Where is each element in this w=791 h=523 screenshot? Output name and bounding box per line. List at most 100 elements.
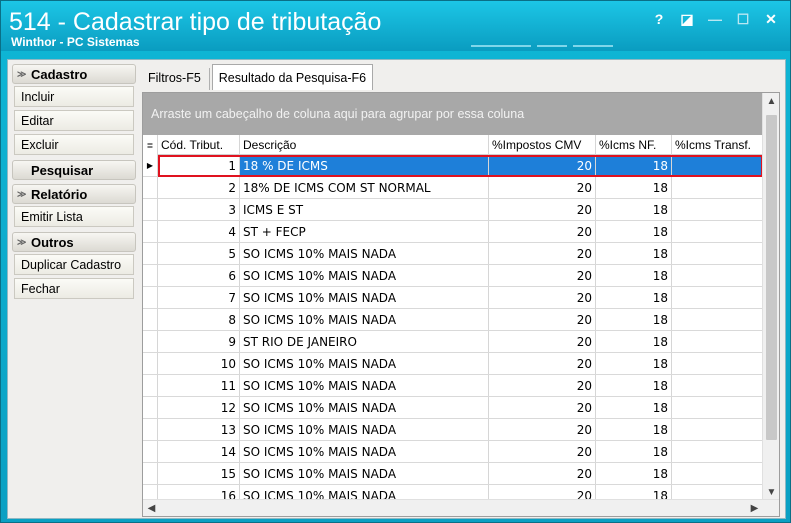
column-header[interactable]: %Icms NF. bbox=[596, 135, 672, 155]
table-cell: ICMS E ST bbox=[240, 199, 489, 220]
sidebar-button-excluir[interactable]: Excluir bbox=[14, 134, 134, 155]
chevron-up-icon: ≫ bbox=[17, 236, 27, 247]
window-title: 514 - Cadastrar tipo de tributação bbox=[9, 8, 382, 36]
table-row[interactable]: ▶ 1 18 % DE ICMS 20 18 bbox=[143, 155, 763, 177]
sidebar-group-label: Cadastro bbox=[31, 66, 88, 82]
table-cell: 18% DE ICMS COM ST NORMAL bbox=[240, 177, 489, 198]
table-row[interactable]: 11 SO ICMS 10% MAIS NADA 20 18 bbox=[143, 375, 763, 397]
column-header[interactable]: Cód. Tribut. bbox=[158, 135, 240, 155]
horizontal-scrollbar[interactable]: ◀ ▶ bbox=[143, 499, 779, 516]
table-cell: 4 bbox=[158, 221, 240, 242]
group-by-panel[interactable]: Arraste um cabeçalho de coluna aqui para… bbox=[143, 93, 763, 135]
table-cell: 20 bbox=[489, 199, 596, 220]
tab-resultado-da-pesquisa-f6[interactable]: Resultado da Pesquisa-F6 bbox=[211, 64, 374, 90]
table-cell bbox=[672, 243, 763, 264]
sidebar-button-editar[interactable]: Editar bbox=[14, 110, 134, 131]
maximize-icon[interactable]: ☐ bbox=[730, 9, 756, 29]
table-row[interactable]: 9 ST RIO DE JANEIRO 20 18 bbox=[143, 331, 763, 353]
sidebar-group-outros[interactable]: ≫ Outros bbox=[12, 232, 136, 252]
vertical-scrollbar[interactable]: ▲ ▼ bbox=[762, 93, 779, 501]
row-indicator bbox=[143, 397, 158, 418]
table-cell: 18 bbox=[596, 331, 672, 352]
table-cell: 18 bbox=[596, 199, 672, 220]
close-icon[interactable]: ✕ bbox=[758, 9, 784, 29]
table-cell bbox=[672, 463, 763, 484]
table-cell: SO ICMS 10% MAIS NADA bbox=[240, 287, 489, 308]
table-cell: 18 bbox=[596, 463, 672, 484]
table-cell bbox=[672, 353, 763, 374]
table-row[interactable]: 7 SO ICMS 10% MAIS NADA 20 18 bbox=[143, 287, 763, 309]
table-cell bbox=[672, 397, 763, 418]
grid-rows: ▶ 1 18 % DE ICMS 20 18 2 18% DE ICMS COM ST NO… bbox=[143, 155, 763, 507]
table-cell: 18 bbox=[596, 155, 672, 176]
sidebar-button-duplicar-cadastro[interactable]: Duplicar Cadastro bbox=[14, 254, 134, 275]
row-indicator bbox=[143, 419, 158, 440]
table-cell: 18 bbox=[596, 375, 672, 396]
column-header[interactable]: Descrição bbox=[240, 135, 489, 155]
table-cell: SO ICMS 10% MAIS NADA bbox=[240, 353, 489, 374]
table-cell: 20 bbox=[489, 309, 596, 330]
table-cell bbox=[672, 199, 763, 220]
table-row[interactable]: 10 SO ICMS 10% MAIS NADA 20 18 bbox=[143, 353, 763, 375]
table-cell: 14 bbox=[158, 441, 240, 462]
column-header[interactable]: %Icms Transf. bbox=[672, 135, 763, 155]
window-controls: ? ◪ — ☐ ✕ bbox=[646, 9, 784, 29]
scroll-left-icon[interactable]: ◀ bbox=[143, 500, 160, 516]
tab-filtros-f5[interactable]: Filtros-F5 bbox=[142, 66, 207, 90]
scroll-right-icon[interactable]: ▶ bbox=[746, 500, 763, 516]
minimize-icon[interactable]: — bbox=[702, 9, 728, 29]
table-cell: 18 bbox=[596, 221, 672, 242]
table-row[interactable]: 14 SO ICMS 10% MAIS NADA 20 18 bbox=[143, 441, 763, 463]
table-row[interactable]: 2 18% DE ICMS COM ST NORMAL 20 18 bbox=[143, 177, 763, 199]
table-cell: 6 bbox=[158, 265, 240, 286]
sidebar: ≫ Cadastro Incluir Editar Excluir Pesquisar ≫ R… bbox=[12, 64, 136, 304]
sidebar-group-label: Outros bbox=[31, 234, 74, 250]
column-header[interactable]: %Impostos CMV bbox=[489, 135, 596, 155]
table-row[interactable]: 3 ICMS E ST 20 18 bbox=[143, 199, 763, 221]
table-row[interactable]: 12 SO ICMS 10% MAIS NADA 20 18 bbox=[143, 397, 763, 419]
scroll-up-icon[interactable]: ▲ bbox=[763, 93, 779, 110]
table-cell: 15 bbox=[158, 463, 240, 484]
table-cell: 13 bbox=[158, 419, 240, 440]
sidebar-group-cadastro[interactable]: ≫ Cadastro bbox=[12, 64, 136, 84]
table-row[interactable]: 5 SO ICMS 10% MAIS NADA 20 18 bbox=[143, 243, 763, 265]
row-indicator bbox=[143, 177, 158, 198]
table-cell: 20 bbox=[489, 177, 596, 198]
table-cell: 20 bbox=[489, 221, 596, 242]
table-cell: 5 bbox=[158, 243, 240, 264]
row-indicator bbox=[143, 287, 158, 308]
scroll-thumb[interactable] bbox=[766, 115, 777, 440]
title-bar: 514 - Cadastrar tipo de tributação Winth… bbox=[1, 1, 790, 51]
table-cell bbox=[672, 375, 763, 396]
sidebar-button-emitir-lista[interactable]: Emitir Lista bbox=[14, 206, 134, 227]
chevron-up-icon: ≫ bbox=[17, 188, 27, 199]
table-cell: 20 bbox=[489, 287, 596, 308]
sidebar-button-fechar[interactable]: Fechar bbox=[14, 278, 134, 299]
table-row[interactable]: 13 SO ICMS 10% MAIS NADA 20 18 bbox=[143, 419, 763, 441]
tab-strip: Filtros-F5 Resultado da Pesquisa-F6 bbox=[142, 64, 374, 90]
restore-small-icon[interactable]: ◪ bbox=[674, 9, 700, 29]
table-cell: SO ICMS 10% MAIS NADA bbox=[240, 309, 489, 330]
table-cell: 7 bbox=[158, 287, 240, 308]
title-decoration bbox=[471, 45, 631, 49]
table-cell bbox=[672, 331, 763, 352]
table-cell: 20 bbox=[489, 419, 596, 440]
table-cell: SO ICMS 10% MAIS NADA bbox=[240, 419, 489, 440]
sidebar-button-incluir[interactable]: Incluir bbox=[14, 86, 134, 107]
column-chooser-icon[interactable]: ≣ bbox=[143, 135, 158, 155]
table-cell: 12 bbox=[158, 397, 240, 418]
sidebar-group-pesquisar[interactable]: Pesquisar bbox=[12, 160, 136, 180]
grid-header: ≣ Cód. Tribut. Descrição %Impostos CMV %Icms… bbox=[143, 135, 763, 155]
table-row[interactable]: 8 SO ICMS 10% MAIS NADA 20 18 bbox=[143, 309, 763, 331]
table-cell: 20 bbox=[489, 375, 596, 396]
table-cell: SO ICMS 10% MAIS NADA bbox=[240, 463, 489, 484]
table-cell bbox=[672, 287, 763, 308]
help-icon[interactable]: ? bbox=[646, 9, 672, 29]
table-row[interactable]: 15 SO ICMS 10% MAIS NADA 20 18 bbox=[143, 463, 763, 485]
table-cell bbox=[672, 265, 763, 286]
table-row[interactable]: 4 ST + FECP 20 18 bbox=[143, 221, 763, 243]
app-window: 514 - Cadastrar tipo de tributação Winth… bbox=[0, 0, 791, 523]
table-row[interactable]: 6 SO ICMS 10% MAIS NADA 20 18 bbox=[143, 265, 763, 287]
sidebar-group-relatório[interactable]: ≫ Relatório bbox=[12, 184, 136, 204]
table-cell: 18 bbox=[596, 265, 672, 286]
